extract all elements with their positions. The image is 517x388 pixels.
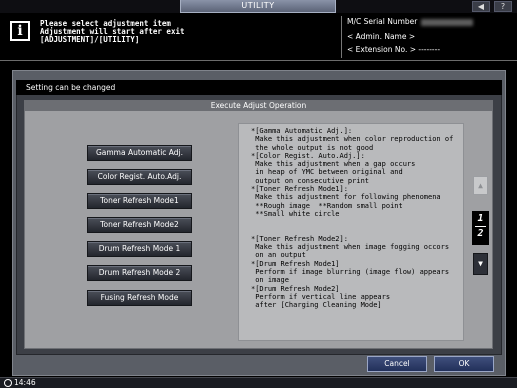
- extension-value: --------: [418, 45, 441, 54]
- cancel-button[interactable]: Cancel: [367, 356, 427, 372]
- extension-text: < Extension No. >: [347, 45, 416, 54]
- page-current: 1: [477, 213, 484, 224]
- message-line: [ADJUSTMENT]/[UTILITY]: [40, 35, 140, 44]
- instruction-message: Please select adjustment item Adjustment…: [40, 20, 185, 44]
- page-total: 2: [477, 228, 484, 239]
- scroll-down-arrow-icon[interactable]: ▼: [473, 253, 488, 275]
- dialog-title: Execute Adjust Operation: [24, 100, 493, 111]
- drum-refresh-mode1-button[interactable]: Drum Refresh Mode 1: [87, 241, 192, 257]
- ok-button[interactable]: OK: [434, 356, 494, 372]
- page-separator: [475, 226, 486, 227]
- extension-label: < Extension No. > --------: [347, 45, 440, 54]
- serial-number-redacted: [421, 18, 474, 26]
- toner-refresh-mode2-button[interactable]: Toner Refresh Mode2: [87, 217, 192, 233]
- header-rule: [0, 60, 517, 61]
- scroll-up-arrow-icon[interactable]: ▲: [473, 176, 488, 195]
- admin-name-label: < Admin. Name >: [347, 32, 416, 41]
- color-regist-auto-adj-button[interactable]: Color Regist. Auto.Adj.: [87, 169, 192, 185]
- clock-icon: [4, 379, 12, 387]
- gamma-automatic-adj-button[interactable]: Gamma Automatic Adj.: [87, 145, 192, 161]
- utility-tab[interactable]: UTILITY: [180, 0, 336, 13]
- info-icon: i: [10, 21, 30, 41]
- setting-status-bar: Setting can be changed: [16, 80, 502, 95]
- speaker-icon[interactable]: ◀: [472, 1, 490, 12]
- help-icon[interactable]: ?: [494, 1, 512, 12]
- page-indicator: 1 2: [472, 211, 489, 245]
- clock: 14:46: [4, 378, 36, 387]
- serial-number-text: M/C Serial Number: [347, 17, 418, 26]
- header-divider: [341, 16, 342, 58]
- serial-number-label: M/C Serial Number: [347, 17, 474, 26]
- drum-refresh-mode2-button[interactable]: Drum Refresh Mode 2: [87, 265, 192, 281]
- status-bar: [0, 377, 517, 388]
- description-text: *[Gamma Automatic Adj.]: Make this adjus…: [238, 123, 464, 341]
- clock-time: 14:46: [14, 378, 36, 387]
- fusing-refresh-mode-button[interactable]: Fusing Refresh Mode: [87, 290, 192, 306]
- toner-refresh-mode1-button[interactable]: Toner Refresh Mode1: [87, 193, 192, 209]
